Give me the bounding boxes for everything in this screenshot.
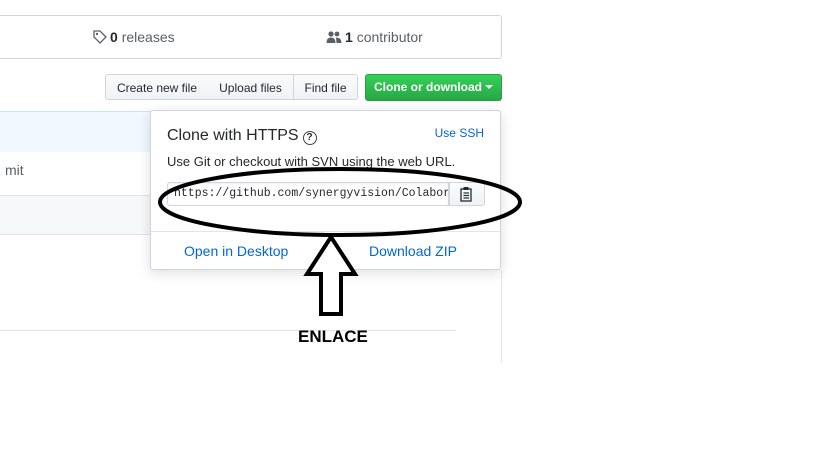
people-icon [326,31,342,43]
divider-line [0,330,456,331]
download-zip-link[interactable]: Download ZIP [369,243,457,259]
clone-or-download-button[interactable]: Clone or download [365,74,502,101]
commit-row: mit [0,152,151,196]
copy-to-clipboard-button[interactable] [449,182,485,206]
clone-popup-title: Clone with HTTPS? [167,127,317,145]
popup-footer-divider [151,231,500,232]
commit-header-row [0,111,151,153]
contributors-count: 1 [345,29,353,45]
question-icon[interactable]: ? [302,131,317,145]
open-in-desktop-link[interactable]: Open in Desktop [184,243,288,259]
releases-label: releases [121,29,175,45]
create-new-file-button[interactable]: Create new file [105,74,209,100]
clone-url-input[interactable]: https://github.com/synergyvision/Colabor… [167,182,449,206]
clone-description: Use Git or checkout with SVN using the w… [167,154,456,169]
caret-down-icon [485,85,493,89]
contributors-label: contributor [356,29,423,45]
clone-title-text: Clone with HTTPS [167,127,299,144]
releases-count: 0 [110,29,118,45]
file-row [0,196,151,235]
annotation-label: ENLACE [298,327,368,346]
releases-stat[interactable]: 0 releases [93,29,175,45]
commit-text-fragment: mit [5,162,24,178]
use-ssh-link[interactable]: Use SSH [435,126,484,140]
find-file-button[interactable]: Find file [293,74,358,100]
right-border-line [501,270,502,362]
clipboard-icon [460,187,472,202]
contributors-stat[interactable]: 1 contributor [326,29,423,45]
tag-icon [93,30,107,44]
upload-files-button[interactable]: Upload files [208,74,294,100]
clone-popup: Clone with HTTPS? Use SSH Use Git or che… [150,110,501,270]
repo-summary-bar: 0 releases 1 contributor [0,15,502,59]
clone-or-download-label: Clone or download [374,80,482,94]
